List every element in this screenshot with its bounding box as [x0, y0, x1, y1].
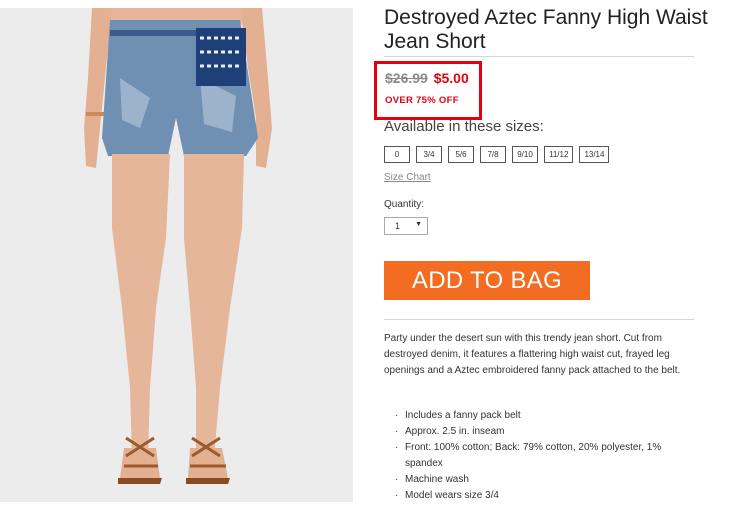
- size-option-3-4[interactable]: 3/4: [416, 146, 442, 163]
- size-option-5-6[interactable]: 5/6: [448, 146, 474, 163]
- quantity-label: Quantity:: [384, 199, 425, 210]
- product-title: Destroyed Aztec Fanny High Waist Jean Sh…: [384, 6, 708, 53]
- feature-item: Machine wash: [395, 472, 695, 488]
- chevron-down-icon: ▼: [415, 221, 422, 228]
- original-price: $26.99: [385, 70, 428, 86]
- feature-item: Includes a fanny pack belt: [395, 408, 695, 424]
- quantity-select[interactable]: 1 ▼: [384, 217, 428, 235]
- price-highlight-box: $26.99 $5.00 OVER 75% OFF: [374, 61, 482, 120]
- sale-price: $5.00: [433, 70, 469, 86]
- feature-item: Model wears size 3/4: [395, 488, 695, 504]
- product-image[interactable]: [0, 8, 353, 502]
- size-option-7-8[interactable]: 7/8: [480, 146, 506, 163]
- add-to-bag-button[interactable]: ADD TO BAG: [384, 261, 590, 300]
- feature-item: Approx. 2.5 in. inseam: [395, 424, 695, 440]
- feature-item: Front: 100% cotton; Back: 79% cotton, 20…: [395, 440, 695, 472]
- product-description: Party under the desert sun with this tre…: [384, 333, 681, 376]
- title-divider: [384, 56, 694, 57]
- size-options: 0 3/4 5/6 7/8 9/10 11/12 13/14: [384, 146, 610, 163]
- product-photo-illustration: [0, 8, 353, 502]
- size-option-0[interactable]: 0: [384, 146, 410, 163]
- quantity-value: 1: [395, 221, 401, 231]
- size-option-9-10[interactable]: 9/10: [512, 146, 538, 163]
- size-option-13-14[interactable]: 13/14: [579, 146, 610, 163]
- discount-label: OVER 75% OFF: [385, 95, 459, 106]
- size-chart-link[interactable]: Size Chart: [384, 172, 431, 183]
- feature-list: Includes a fanny pack belt Approx. 2.5 i…: [395, 408, 695, 504]
- sizes-heading: Available in these sizes:: [384, 118, 544, 135]
- description-divider: [384, 319, 694, 320]
- price-row: $26.99 $5.00: [385, 70, 469, 86]
- size-option-11-12[interactable]: 11/12: [544, 146, 574, 163]
